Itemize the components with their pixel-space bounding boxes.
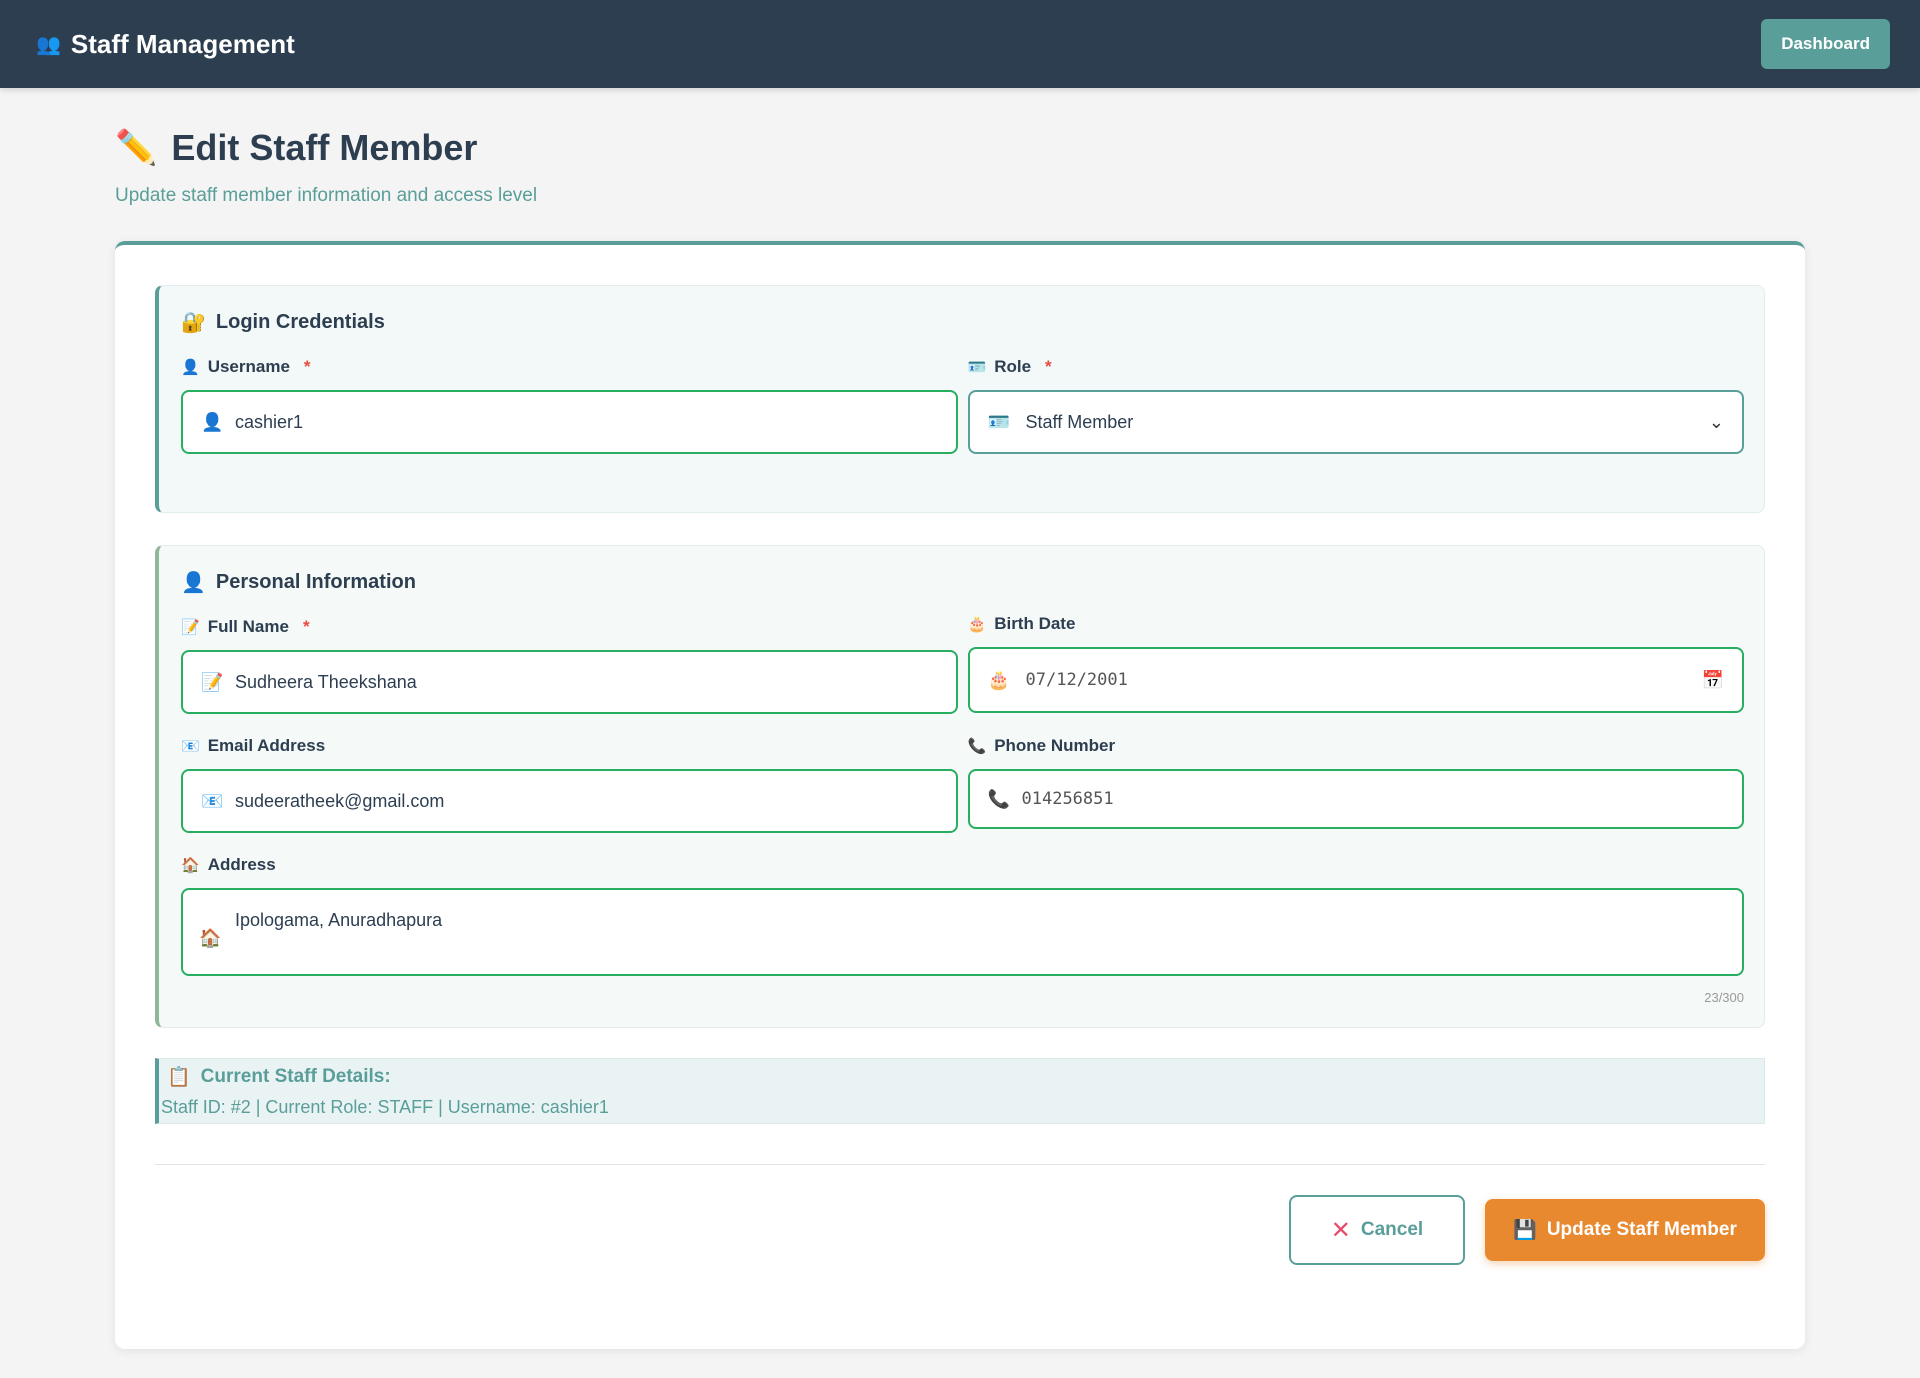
address-field-group: 🏠 Address 🏠 Ipologama, Anuradhapura 23/3… <box>181 855 1744 1005</box>
chevron-down-icon: ⌄ <box>1708 411 1724 432</box>
lock-icon: 🔐 <box>181 312 206 334</box>
details-title-text: Current Staff Details: <box>200 1066 391 1087</box>
username-label: 👤 Username * <box>181 357 958 377</box>
personal-information-section: 👤 Personal Information 📝 Full Name * 📝 S… <box>155 545 1765 1028</box>
role-label: 🪪 Role * <box>968 357 1745 377</box>
birth-date-label-text: Birth Date <box>994 614 1076 633</box>
address-value: Ipologama, Anuradhapura <box>235 910 443 930</box>
role-value: Staff Member <box>1025 411 1134 432</box>
required-mark: * <box>302 617 310 636</box>
full-name-label: 📝 Full Name * <box>181 617 958 637</box>
email-label-text: Email Address <box>207 736 326 755</box>
username-label-text: Username <box>207 357 290 376</box>
email-input[interactable]: 📧 sudeeratheek@gmail.com <box>181 769 958 833</box>
navbar: 👥 Staff Management Dashboard <box>0 0 1920 88</box>
phone-label: 📞 Phone Number <box>968 736 1745 756</box>
birth-date-field-group: 🎂 Birth Date 🎂 07/12/2001 📅 <box>967 614 1745 714</box>
cake-icon: 🎂 <box>987 669 1010 690</box>
id-card-icon: 🪪 <box>967 359 987 376</box>
email-value: sudeeratheek@gmail.com <box>235 790 445 811</box>
birth-date-label: 🎂 Birth Date <box>968 614 1745 634</box>
edit-form-card: 🔐 Login Credentials 👤 Username * 👤 cashi… <box>115 241 1805 1349</box>
address-label: 🏠 Address <box>181 855 1744 875</box>
phone-field-group: 📞 Phone Number 📞 014256851 <box>967 736 1745 833</box>
email-label: 📧 Email Address <box>181 736 958 756</box>
form-row: 📧 Email Address 📧 sudeeratheek@gmail.com… <box>181 736 1744 833</box>
cancel-label: Cancel <box>1360 1219 1424 1240</box>
phone-icon: 📞 <box>987 788 1010 809</box>
login-credentials-section: 🔐 Login Credentials 👤 Username * 👤 cashi… <box>155 285 1765 513</box>
id-card-icon: 🪪 <box>987 411 1010 432</box>
details-text: Staff ID: #2 | Current Role: STAFF | Use… <box>161 1097 609 1117</box>
form-row: 👤 Username * 👤 cashier1 🪪 Role * 🪪 Staff… <box>181 357 1744 454</box>
address-label-text: Address <box>207 855 276 874</box>
floppy-disk-icon: 💾 <box>1513 1220 1537 1241</box>
birth-date-input[interactable]: 🎂 07/12/2001 📅 <box>967 647 1744 713</box>
form-actions: ✕ Cancel 💾 Update Staff Member <box>155 1195 1765 1265</box>
address-textarea[interactable]: 🏠 Ipologama, Anuradhapura <box>181 888 1744 976</box>
required-mark: * <box>1045 357 1052 376</box>
form-row: 📝 Full Name * 📝 Sudheera Theekshana 🎂 Bi… <box>181 614 1745 714</box>
house-icon: 🏠 <box>181 857 200 874</box>
form-row: 🏠 Address 🏠 Ipologama, Anuradhapura 23/3… <box>181 855 1744 1005</box>
phone-input[interactable]: 📞 014256851 <box>967 769 1744 829</box>
calendar-icon[interactable]: 📅 <box>1702 670 1724 691</box>
birth-date-value-wrap: 🎂 07/12/2001 <box>988 670 1128 691</box>
update-label: Update Staff Member <box>1546 1219 1737 1240</box>
page: ✏️ Edit Staff Member Update staff member… <box>0 88 1920 1349</box>
role-label-text: Role <box>994 357 1032 376</box>
details-title: 📋 Current Staff Details: <box>167 1065 1764 1089</box>
user-icon: 👤 <box>201 411 224 432</box>
full-name-input[interactable]: 📝 Sudheera Theekshana <box>181 650 958 714</box>
memo-icon: 📝 <box>181 619 200 636</box>
email-icon: 📧 <box>201 790 224 811</box>
dashboard-button[interactable]: Dashboard <box>1761 19 1890 69</box>
cancel-button[interactable]: ✕ Cancel <box>1289 1195 1465 1265</box>
update-staff-button[interactable]: 💾 Update Staff Member <box>1485 1199 1765 1261</box>
pencil-icon: ✏️ <box>115 129 158 167</box>
memo-icon: 📝 <box>201 671 224 692</box>
phone-icon: 📞 <box>967 738 987 755</box>
section-title-text: Login Credentials <box>215 311 385 333</box>
user-icon: 👤 <box>181 572 206 594</box>
page-header: ✏️ Edit Staff Member <box>115 127 1805 169</box>
email-icon: 📧 <box>181 738 200 755</box>
birth-date-value: 07/12/2001 <box>1025 670 1128 690</box>
email-field-group: 📧 Email Address 📧 sudeeratheek@gmail.com <box>181 736 958 833</box>
role-field-group: 🪪 Role * 🪪 Staff Member ⌄ <box>967 357 1745 454</box>
section-title: 👤 Personal Information <box>181 570 1744 595</box>
brand: 👥 Staff Management <box>36 29 295 60</box>
house-icon: 🏠 <box>199 928 222 948</box>
character-counter: 23/300 <box>1704 990 1744 1005</box>
cake-icon: 🎂 <box>967 616 987 633</box>
required-mark: * <box>303 357 311 376</box>
full-name-field-group: 📝 Full Name * 📝 Sudheera Theekshana <box>181 617 958 714</box>
username-input[interactable]: 👤 cashier1 <box>181 390 958 454</box>
username-value: cashier1 <box>235 411 304 432</box>
section-title-text: Personal Information <box>215 571 416 593</box>
people-icon: 👥 <box>36 33 61 56</box>
phone-label-text: Phone Number <box>994 736 1116 755</box>
role-select[interactable]: 🪪 Staff Member ⌄ <box>967 390 1744 454</box>
phone-value: 014256851 <box>1021 789 1114 809</box>
user-icon: 👤 <box>181 359 200 376</box>
brand-title: Staff Management <box>70 28 295 59</box>
page-subtitle: Update staff member information and acce… <box>115 185 538 206</box>
divider <box>155 1164 1765 1165</box>
full-name-label-text: Full Name <box>207 617 289 636</box>
role-select-value-wrap: 🪪 Staff Member <box>988 412 1134 433</box>
current-staff-details: 📋 Current Staff Details: Staff ID: #2 | … <box>155 1058 1765 1124</box>
page-title: Edit Staff Member <box>171 127 478 168</box>
section-title: 🔐 Login Credentials <box>181 310 1744 335</box>
username-field-group: 👤 Username * 👤 cashier1 <box>181 357 958 454</box>
clipboard-icon: 📋 <box>167 1067 191 1088</box>
full-name-value: Sudheera Theekshana <box>235 671 417 692</box>
close-icon: ✕ <box>1330 1216 1351 1244</box>
